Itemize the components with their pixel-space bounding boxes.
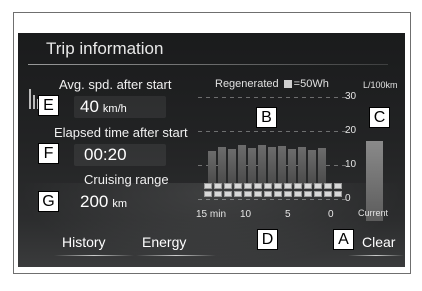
regenerated-legend: Regenerated =50Wh xyxy=(215,78,329,90)
regenerated-suffix: =50Wh xyxy=(293,78,329,90)
elapsed-time-value: 00:20 xyxy=(84,145,127,164)
screen-title: Trip information xyxy=(46,39,164,58)
x-tick-0: 0 xyxy=(328,209,334,220)
bar-6 xyxy=(258,145,266,185)
regen-box xyxy=(274,191,282,197)
history-button-underline xyxy=(54,255,134,256)
energy-button-underline xyxy=(136,255,216,256)
regen-box xyxy=(314,191,322,197)
callout-g: G xyxy=(38,191,59,212)
regen-box xyxy=(264,183,272,189)
callout-b: B xyxy=(256,107,277,128)
callout-a: A xyxy=(333,229,354,250)
regen-box xyxy=(244,183,252,189)
regen-box xyxy=(204,191,212,197)
regen-box xyxy=(334,183,342,189)
regen-box xyxy=(304,191,312,197)
bar-2 xyxy=(218,147,226,185)
regen-box xyxy=(264,191,272,197)
regen-box xyxy=(244,191,252,197)
bar-5 xyxy=(248,148,256,185)
regen-box xyxy=(304,183,312,189)
x-tick-15min: 15 min xyxy=(196,209,227,220)
energy-button[interactable]: Energy xyxy=(142,234,186,250)
regen-box xyxy=(334,191,342,197)
regen-box xyxy=(284,191,292,197)
y-tick-30: 30 xyxy=(345,91,357,102)
clear-button-underline xyxy=(348,255,404,256)
regen-box xyxy=(284,183,292,189)
regen-box xyxy=(254,183,262,189)
regen-box xyxy=(274,183,282,189)
bar-3 xyxy=(228,149,236,185)
callout-e: E xyxy=(38,95,59,116)
current-label: Current xyxy=(358,208,389,218)
regen-box xyxy=(254,191,262,197)
bar-7 xyxy=(268,147,276,185)
y-tick-0: 0 xyxy=(345,193,351,204)
bar-4 xyxy=(238,145,246,185)
history-button[interactable]: History xyxy=(62,234,106,250)
regen-box xyxy=(294,191,302,197)
regen-box xyxy=(214,183,222,189)
gridline-0 xyxy=(198,199,346,200)
avg-speed-label: Avg. spd. after start xyxy=(59,77,172,92)
regen-box xyxy=(224,183,232,189)
y-tick-20: 20 xyxy=(345,125,357,136)
regen-box xyxy=(294,183,302,189)
regen-legend-box xyxy=(283,80,292,89)
avg-speed-unit: km/h xyxy=(102,103,127,115)
gridline-30 xyxy=(198,97,346,98)
regen-box xyxy=(214,191,222,197)
cruising-range-unit: km xyxy=(112,198,128,210)
y-tick-10: 10 xyxy=(345,159,357,170)
bar-1 xyxy=(208,151,216,185)
callout-f: F xyxy=(38,143,59,164)
regen-box xyxy=(324,183,332,189)
bar-8 xyxy=(278,146,286,185)
regen-box xyxy=(224,191,232,197)
regen-box xyxy=(234,191,242,197)
bar-12 xyxy=(318,148,326,185)
bar-10 xyxy=(298,147,306,185)
regen-box xyxy=(204,183,212,189)
gridline-20 xyxy=(198,131,346,132)
callout-c: C xyxy=(369,107,390,128)
regen-box xyxy=(324,191,332,197)
units-label: L/100km xyxy=(363,80,398,90)
avg-speed-value: 40 km/h xyxy=(80,97,127,117)
avg-speed-number: 40 xyxy=(80,97,99,116)
cruising-range-value: 200 km xyxy=(80,192,127,212)
bar-9 xyxy=(288,149,296,185)
x-tick-5: 5 xyxy=(285,209,291,220)
title-divider xyxy=(28,64,388,65)
regenerated-prefix: Regenerated xyxy=(215,78,279,90)
callout-d: D xyxy=(257,229,278,250)
cruising-range-number: 200 xyxy=(80,192,109,211)
cruising-range-label: Cruising range xyxy=(84,172,169,187)
regen-box xyxy=(234,183,242,189)
clear-button[interactable]: Clear xyxy=(362,234,395,250)
elapsed-time-label: Elapsed time after start xyxy=(54,125,188,140)
x-tick-10: 10 xyxy=(240,209,252,220)
bar-11 xyxy=(308,150,316,185)
regen-box xyxy=(314,183,322,189)
